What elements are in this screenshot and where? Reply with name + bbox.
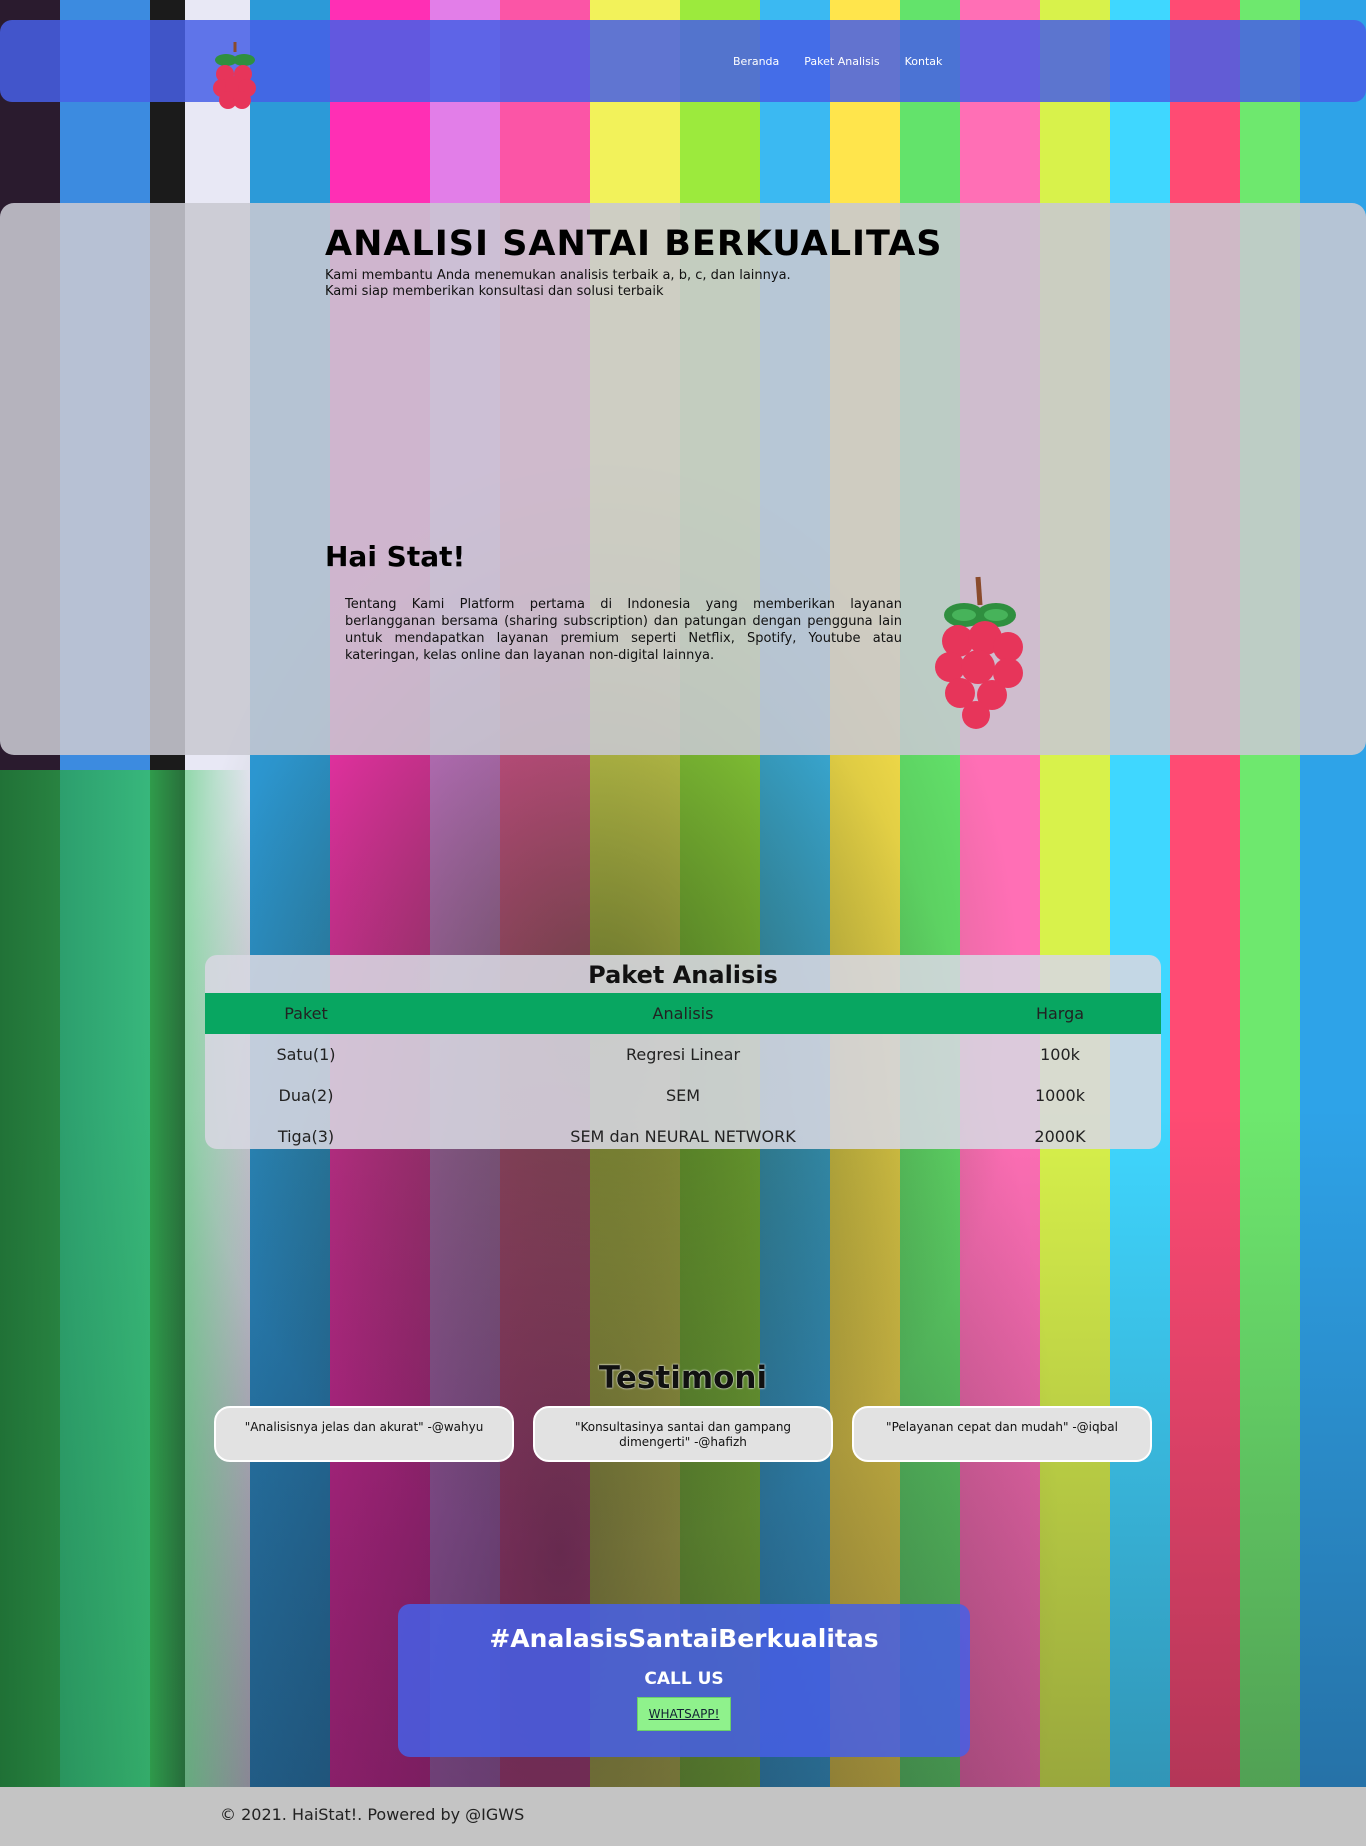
table-cell: Satu(1) (276, 1045, 336, 1064)
testimonial-card: "Analisisnya jelas dan akurat" -@wahyu (214, 1406, 514, 1462)
whatsapp-button[interactable]: WHATSAPP! (636, 1697, 732, 1731)
navbar: Beranda Paket Analisis Kontak (0, 20, 1366, 109)
paket-analisis-title: Paket Analisis (588, 961, 778, 989)
table-header: Harga (959, 993, 1161, 1034)
call-us-label: CALL US (644, 1669, 724, 1689)
table-cell: Tiga(3) (277, 1127, 335, 1146)
main-nav: Beranda Paket Analisis Kontak (733, 55, 942, 68)
contact-section: #AnalasisSantaiBerkualitas CALL US WHATS… (398, 1604, 970, 1757)
table-row: Dua(2) SEM 1000k (205, 1075, 1161, 1116)
hashtag-heading: #AnalasisSantaiBerkualitas (489, 1624, 879, 1653)
table-header-row: Paket Analisis Harga (205, 993, 1161, 1034)
table-header: Paket (205, 993, 407, 1034)
table-cell: SEM (665, 1086, 701, 1105)
about-text: Tentang Kami Platform pertama di Indones… (345, 597, 902, 663)
table-row: Tiga(3) SEM dan NEURAL NETWORK 2000K (205, 1116, 1161, 1149)
table-row: Satu(1) Regresi Linear 100k (205, 1034, 1161, 1075)
paket-analisis-section: Paket Analisis Paket Analisis Harga Satu… (205, 955, 1161, 1149)
table-cell: 2000K (1034, 1127, 1086, 1146)
hero-title: ANALISI SANTAI BERKUALITAS (325, 224, 943, 264)
hero-line-1: Kami membantu Anda menemukan analisis te… (325, 268, 791, 283)
hero-line-2: Kami siap memberikan konsultasi dan solu… (325, 284, 664, 299)
paket-table: Paket Analisis Harga Satu(1) Regresi Lin… (205, 993, 1161, 1149)
table-cell: Dua(2) (278, 1086, 334, 1105)
table-cell: Regresi Linear (625, 1045, 741, 1064)
background-decoration (0, 770, 250, 1790)
table-header: Analisis (407, 993, 959, 1034)
testimonial-card: "Pelayanan cepat dan mudah" -@iqbal (852, 1406, 1152, 1462)
table-cell: 1000k (1035, 1086, 1085, 1105)
nav-link-beranda[interactable]: Beranda (733, 55, 779, 68)
footer: © 2021. HaiStat!. Powered by @IGWS (0, 1787, 1366, 1846)
footer-copyright: © 2021. HaiStat!. Powered by @IGWS (220, 1805, 525, 1824)
table-cell: 100k (1040, 1045, 1080, 1064)
table-cell: SEM dan NEURAL NETWORK (570, 1127, 796, 1146)
raspberry-icon[interactable] (210, 40, 260, 122)
raspberry-icon (935, 576, 1023, 729)
nav-link-kontak[interactable]: Kontak (905, 55, 943, 68)
testimoni-title: Testimoni (598, 1360, 768, 1396)
testimonial-card: "Konsultasinya santai dan gampang dimeng… (533, 1406, 833, 1462)
nav-link-paket-analisis[interactable]: Paket Analisis (804, 55, 879, 68)
about-title: Hai Stat! (325, 540, 466, 573)
hero-description: Kami membantu Anda menemukan analisis te… (325, 268, 791, 300)
